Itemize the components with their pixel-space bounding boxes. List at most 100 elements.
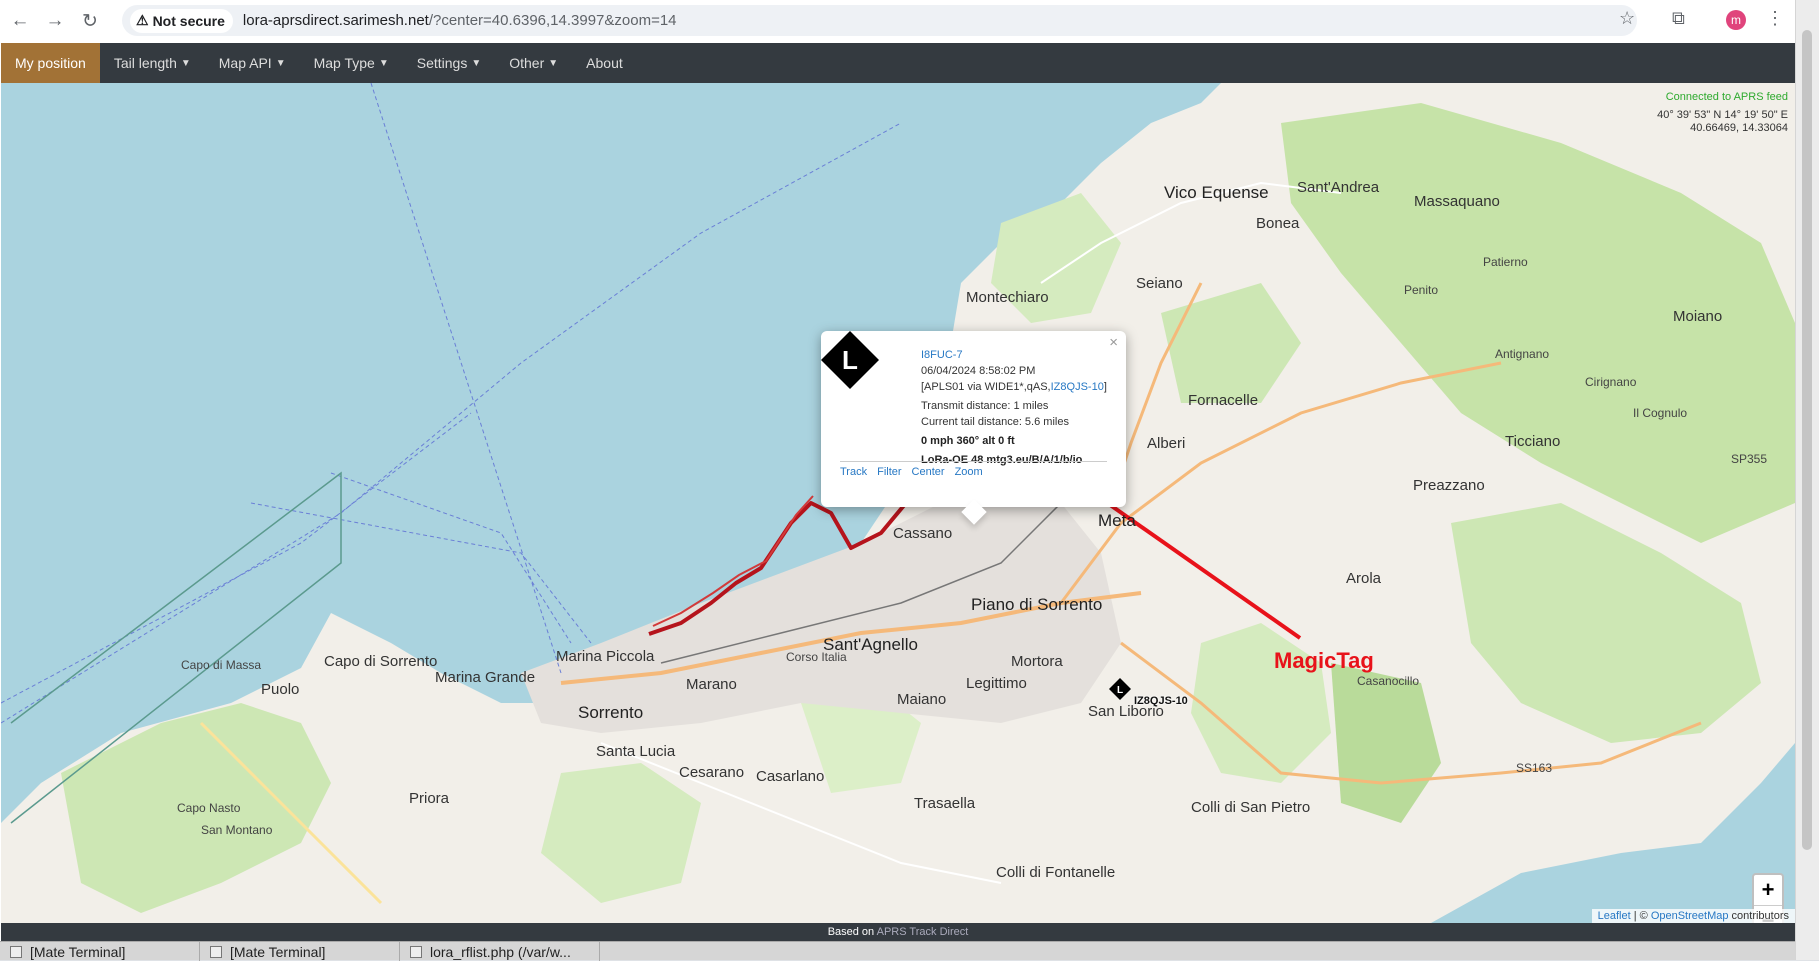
place-label: Capo di Massa xyxy=(181,658,262,672)
profile-avatar[interactable]: m xyxy=(1726,10,1746,30)
page-footer: Based on APRS Track Direct xyxy=(1,923,1795,941)
reload-icon[interactable]: ↻ xyxy=(75,6,105,36)
place-label: Maiano xyxy=(897,691,947,708)
place-label: Bonea xyxy=(1256,215,1300,232)
taskbar-item[interactable]: [Mate Terminal] xyxy=(0,942,200,961)
callsign-link[interactable]: I8FUC-7 xyxy=(921,349,963,361)
station-marker-iz8qjs[interactable]: L xyxy=(1109,678,1131,700)
magictag-annotation: MagicTag xyxy=(1274,648,1374,673)
place-label: Preazzano xyxy=(1413,477,1485,494)
warning-icon: ⚠ xyxy=(136,12,149,28)
place-label: Marina Grande xyxy=(435,669,536,686)
forward-icon[interactable]: → xyxy=(40,6,70,36)
place-label: Sant'Andrea xyxy=(1297,179,1380,196)
popup-actions: Track Filter Center Zoom xyxy=(840,461,1107,478)
ferry-route xyxy=(250,502,592,644)
leaflet-link[interactable]: Leaflet xyxy=(1598,910,1631,922)
nav-map-type[interactable]: Map Type ▼ xyxy=(300,43,403,83)
place-label: Puolo xyxy=(261,681,300,698)
caret-down-icon: ▼ xyxy=(180,57,191,69)
taskbar-item[interactable]: lora_rflist.php (/var/w... xyxy=(400,942,600,961)
place-label: Trasaella xyxy=(914,795,976,812)
nav-tail-length[interactable]: Tail length ▼ xyxy=(100,43,205,83)
packet-path: [APLS01 via WIDE1*,qAS,IZ8QJS-10] xyxy=(921,381,1107,393)
browser-toolbar: ← → ↻ ⚠ Not secure lora-aprsdirect.sarim… xyxy=(0,0,1795,42)
window-icon xyxy=(210,945,222,958)
popup-action-zoom[interactable]: Zoom xyxy=(955,466,983,478)
place-label: Massaquano xyxy=(1414,193,1500,210)
place-label: Moiano xyxy=(1673,308,1723,325)
menu-kebab-icon[interactable]: ⋮ xyxy=(1766,8,1784,29)
popup-action-filter[interactable]: Filter xyxy=(877,466,901,478)
station-popup: × L I8FUC-7 06/04/2024 8:58:02 PM [APLS0… xyxy=(821,331,1126,525)
place-label: Fornacelle xyxy=(1188,392,1259,409)
nav-my-position[interactable]: My position xyxy=(1,43,100,83)
place-label: Antignano xyxy=(1495,347,1550,361)
place-label: Il Cognulo xyxy=(1633,406,1688,420)
station-label[interactable]: IZ8QJS-10 xyxy=(1134,695,1188,707)
place-label: Ticciano xyxy=(1505,433,1561,450)
digipeater-link[interactable]: IZ8QJS-10 xyxy=(1051,381,1104,393)
place-label: SS163 xyxy=(1516,761,1553,775)
place-label: SP355 xyxy=(1731,452,1768,466)
place-label: Cesarano xyxy=(679,764,745,781)
place-label: Vico Equense xyxy=(1164,183,1269,202)
nav-other[interactable]: Other ▼ xyxy=(495,43,572,83)
svg-text:L: L xyxy=(842,345,858,375)
connection-status: Connected to APRS feed xyxy=(1665,91,1788,103)
zoom-in-button[interactable]: + xyxy=(1754,875,1782,905)
footer-link[interactable]: APRS Track Direct xyxy=(877,926,969,938)
place-label: Cirignano xyxy=(1585,375,1637,389)
place-label: Montechiaro xyxy=(966,289,1049,306)
place-label: Arola xyxy=(1346,570,1382,587)
back-icon[interactable]: ← xyxy=(5,6,35,36)
place-label: Casanocillo xyxy=(1357,674,1420,688)
url-text[interactable]: lora-aprsdirect.sarimesh.net/?center=40.… xyxy=(243,12,677,29)
address-bar[interactable]: ⚠ Not secure lora-aprsdirect.sarimesh.ne… xyxy=(122,5,1637,36)
caret-down-icon: ▼ xyxy=(275,57,286,69)
place-label: Marano xyxy=(686,676,737,693)
place-label: Legittimo xyxy=(966,675,1027,692)
speed-line: 0 mph 360° alt 0 ft xyxy=(921,435,1015,447)
nav-about[interactable]: About xyxy=(572,43,637,83)
place-label: Meta xyxy=(1098,511,1136,530)
place-label: Penito xyxy=(1404,283,1439,297)
ferry-route xyxy=(370,83,562,674)
place-label: Marina Piccola xyxy=(556,648,655,665)
vertical-scrollbar[interactable] xyxy=(1795,0,1819,960)
taskbar-item[interactable]: [Mate Terminal] xyxy=(200,942,400,961)
desktop-taskbar: [Mate Terminal] [Mate Terminal] lora_rflis… xyxy=(0,941,1795,961)
place-label: Capo di Sorrento xyxy=(324,653,438,670)
place-label: Seiano xyxy=(1136,275,1183,292)
app-navbar: My position Tail length ▼ Map API ▼ Map Type ▼… xyxy=(1,43,1795,83)
place-label: Colli di San Pietro xyxy=(1191,799,1311,816)
nav-settings[interactable]: Settings ▼ xyxy=(403,43,496,83)
popup-body: I8FUC-7 06/04/2024 8:58:02 PM [APLS01 vi… xyxy=(921,347,1116,468)
caret-down-icon: ▼ xyxy=(548,57,559,69)
svg-text:L: L xyxy=(1117,685,1123,696)
place-label: Cassano xyxy=(893,525,953,542)
popup-action-track[interactable]: Track xyxy=(840,466,867,478)
extensions-icon[interactable]: ⧉ xyxy=(1672,8,1685,29)
place-label: Capo Nasto xyxy=(177,801,241,815)
ferry-route xyxy=(330,472,572,644)
security-chip[interactable]: ⚠ Not secure xyxy=(130,8,233,33)
nav-map-api[interactable]: Map API ▼ xyxy=(205,43,300,83)
place-label: Alberi xyxy=(1147,435,1186,452)
scrollbar-thumb[interactable] xyxy=(1802,30,1812,850)
place-label: Priora xyxy=(409,790,450,807)
place-label: Santa Lucia xyxy=(596,743,676,760)
browser-window: ← → ↻ ⚠ Not secure lora-aprsdirect.sarim… xyxy=(0,0,1795,960)
popup-action-center[interactable]: Center xyxy=(912,466,945,478)
packet-time: 06/04/2024 8:58:02 PM xyxy=(921,365,1036,377)
map-attribution: Leaflet | © OpenStreetMap contributors xyxy=(1591,909,1795,923)
bookmark-star-icon[interactable]: ☆ xyxy=(1619,8,1635,29)
osm-link[interactable]: OpenStreetMap xyxy=(1651,910,1729,922)
caret-down-icon: ▼ xyxy=(378,57,389,69)
map-canvas[interactable]: Vico Equense Sant'Andrea Massaquano Bonea Pa… xyxy=(1,83,1795,937)
lora-diamond-icon: L xyxy=(1109,678,1131,700)
place-label: Mortora xyxy=(1011,653,1063,670)
place-label: Casarlano xyxy=(756,768,825,785)
window-icon xyxy=(10,945,22,958)
web-page: My position Tail length ▼ Map API ▼ Map Type ▼… xyxy=(1,43,1795,941)
